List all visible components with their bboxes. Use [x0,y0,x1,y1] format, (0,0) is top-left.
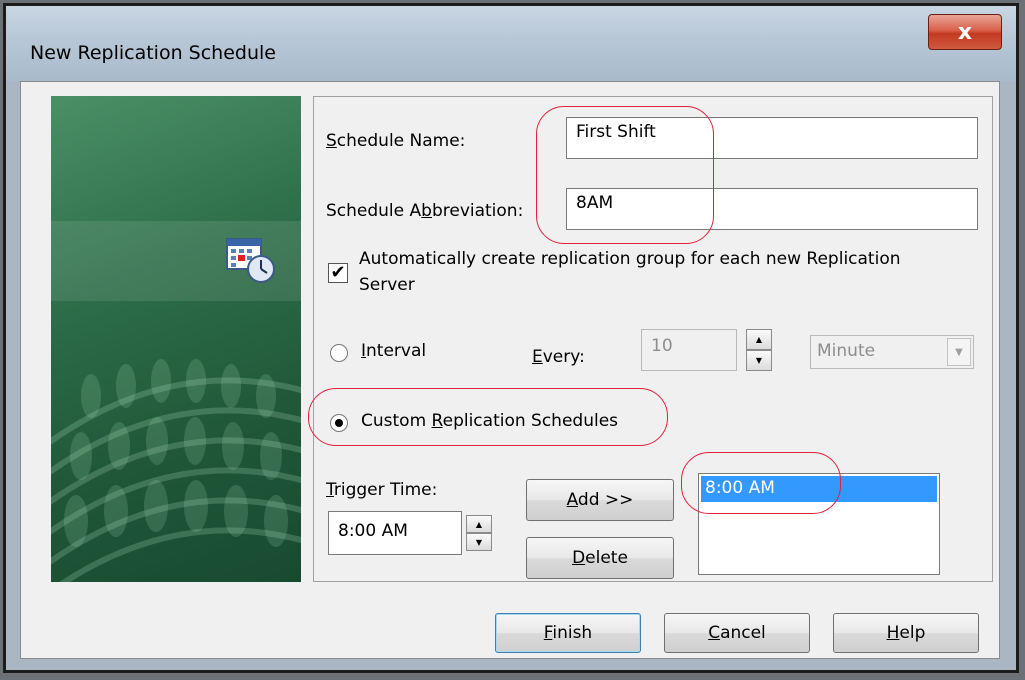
schedule-settings-panel: Schedule Name: First Shift Schedule Abbr… [313,96,993,582]
every-value-input[interactable]: 10 [641,329,737,371]
interval-radio[interactable] [330,344,348,362]
interval-label: Interval [361,341,427,361]
banner-pattern [51,359,301,582]
add-button[interactable]: Add >> [526,479,674,521]
trigger-time-label: Trigger Time: [326,480,438,500]
every-spin-up-icon[interactable]: ▲ [746,329,772,350]
schedule-name-label: Schedule Name: [326,131,466,151]
every-label: Every: [532,347,585,367]
calendar-clock-icon [226,238,275,283]
schedule-times-list[interactable]: 8:00 AM [698,473,940,575]
title-bar[interactable]: New Replication Schedule x [6,6,1016,81]
help-button[interactable]: Help [833,613,979,653]
cancel-button[interactable]: Cancel [664,613,810,653]
every-spin-down-icon[interactable]: ▼ [746,350,772,371]
custom-schedules-radio[interactable] [330,414,348,432]
every-spinner[interactable]: ▲ ▼ [746,329,772,371]
auto-create-checkbox[interactable]: ✔ [328,263,348,283]
auto-create-label-line1: Automatically create replication group f… [359,249,901,269]
trigger-time-input[interactable]: 8:00 AM [328,511,462,555]
interval-unit-value: Minute [817,341,876,361]
interval-unit-dropdown[interactable]: Minute ▼ [810,335,974,369]
window-title: New Replication Schedule [30,42,276,64]
auto-create-label-line2: Server [359,275,415,295]
dialog-body: Schedule Name: First Shift Schedule Abbr… [20,81,1000,659]
delete-button[interactable]: Delete [526,537,674,579]
custom-schedules-label: Custom Replication Schedules [361,411,619,431]
schedule-abbreviation-label: Schedule Abbreviation: [326,201,524,221]
close-button[interactable]: x [928,14,1002,50]
trigger-time-spinner[interactable]: ▲ ▼ [466,515,492,551]
trigger-spin-up-icon[interactable]: ▲ [466,515,492,533]
trigger-spin-down-icon[interactable]: ▼ [466,533,492,551]
schedule-abbreviation-input[interactable]: 8AM [566,188,978,230]
close-icon: x [957,19,973,45]
list-item[interactable]: 8:00 AM [701,476,937,502]
wizard-banner [51,96,301,582]
dialog-window: New Replication Schedule x Schedule Name… [3,3,1019,673]
finish-button[interactable]: Finish [495,613,641,653]
schedule-name-input[interactable]: First Shift [566,117,978,159]
chevron-down-icon[interactable]: ▼ [947,338,971,366]
